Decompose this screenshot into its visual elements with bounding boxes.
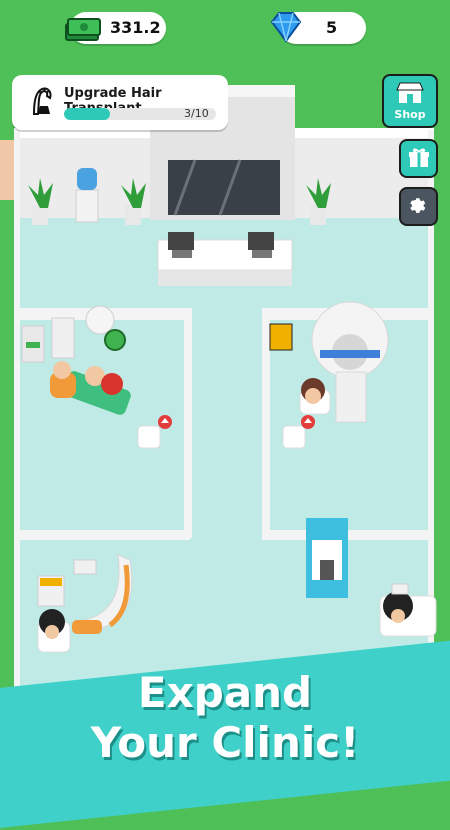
cash-stack-icon xyxy=(65,18,101,41)
gear-icon xyxy=(410,198,426,213)
promo-line-1: Expand xyxy=(137,668,313,717)
gem-counter: 5 xyxy=(270,12,366,44)
shop-icon xyxy=(396,82,424,103)
water-cooler xyxy=(75,168,99,223)
upgrade-progress-text: 3/10 xyxy=(184,107,209,120)
cash-value: 331.2 xyxy=(110,18,161,37)
promo-line-2: Your Clinic! xyxy=(90,718,360,767)
settings-button[interactable] xyxy=(399,187,438,226)
cash-counter: 331.2 xyxy=(65,12,166,44)
diamond-icon xyxy=(270,12,302,43)
hair-transplant-icon xyxy=(32,87,52,115)
shop-button[interactable]: Shop xyxy=(382,74,438,128)
shop-label: Shop xyxy=(394,108,426,121)
gift-button[interactable] xyxy=(399,139,438,178)
upgrade-task-card[interactable]: Upgrade Hair Transplant 3/10 xyxy=(12,75,228,130)
gift-icon xyxy=(409,148,429,167)
reception-desk xyxy=(157,232,293,286)
upgrade-progress-fill xyxy=(64,108,110,120)
gem-value: 5 xyxy=(326,18,338,37)
